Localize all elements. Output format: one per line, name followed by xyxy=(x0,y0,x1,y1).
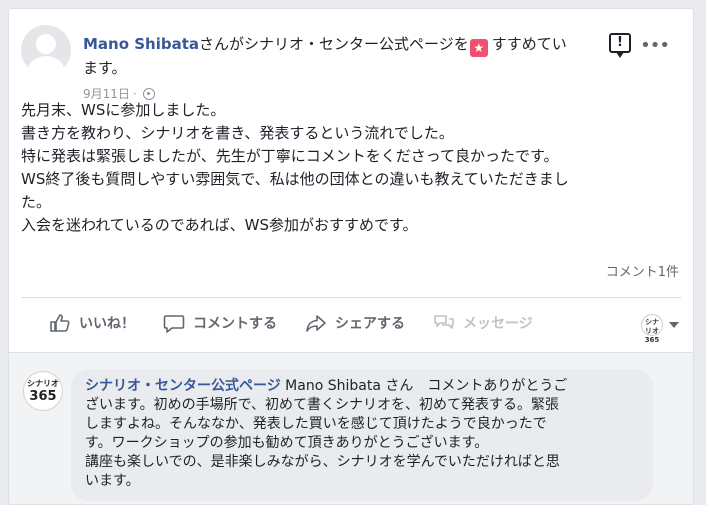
comment-bubble: シナリオ・センター公式ページ Mano Shibata さん コメントありがとう… xyxy=(71,369,653,501)
post-body-line: た。 xyxy=(21,193,52,211)
comment-label: コメントする xyxy=(193,316,277,332)
comments-section: シナリオ 365 シナリオ・センター公式ページ Mano Shibata さん … xyxy=(9,352,693,504)
post-body-line: 特に発表は緊張しましたが、先生が丁寧にコメントをくださって良かったです。 xyxy=(21,147,559,165)
page-logo-small-line1: シナリオ xyxy=(645,318,659,335)
post-body-line: 入会を迷われているのであれば、WS参加がおすすめです。 xyxy=(21,216,418,234)
thumbs-up-icon xyxy=(50,314,70,332)
post-body-line: WS終了後も質問しやすい雰囲気で、私は他の団体との違いも教えていただきまし xyxy=(21,170,569,188)
more-options-icon[interactable]: ••• xyxy=(640,35,670,56)
comment-line: 講座も楽しいでの、是非楽しみながら、シナリオを学んでいただければと思 xyxy=(85,454,560,470)
post-body: 先月末、WSに参加しました。 書き方を教わり、シナリオを書き、発表するという流れ… xyxy=(21,99,691,237)
comment-line: ざいます。初めの手場所で、初めて書くシナリオを、初めて発表する。緊張 xyxy=(85,397,560,413)
commenter-name-link[interactable]: シナリオ・センター公式ページ xyxy=(85,378,281,394)
post-card: Mano Shibataさんがシナリオ・センター公式ページを ★ すすめてい ます。… xyxy=(8,8,694,505)
comment-line: しますよね。そんななか、発表した買いを感じて頂けたようで良かったで xyxy=(85,416,547,432)
comment-button[interactable]: コメントする xyxy=(163,313,277,333)
page-logo-small-line2: 365 xyxy=(644,336,660,344)
author-name-link[interactable]: Mano Shibata xyxy=(83,35,199,53)
message-button[interactable]: メッセージ xyxy=(433,313,533,333)
share-label: シェアする xyxy=(335,316,405,332)
page-logo-line1: シナリオ xyxy=(27,379,59,388)
page-logo-line2: 365 xyxy=(29,389,57,404)
comment-line: す。ワークショップの参加も勧めて頂きありがとうございます。 xyxy=(85,435,489,451)
avatar-head-shape xyxy=(36,34,56,54)
post-body-line: 書き方を教わり、シナリオを書き、発表するという流れでした。 xyxy=(21,124,454,142)
recommend-star-icon: ★ xyxy=(469,39,488,57)
share-button[interactable]: シェアする xyxy=(305,313,405,333)
header-text-part1: さんがシナリオ・センター公式ページを xyxy=(199,35,469,53)
comment-line: シナリオ・センター公式ページ Mano Shibata さん コメントありがとう… xyxy=(85,377,639,396)
globe-icon[interactable] xyxy=(142,87,155,100)
avatar-body-shape xyxy=(28,56,64,75)
report-feedback-icon[interactable]: ! xyxy=(609,33,631,58)
header-text-part2: すすめてい xyxy=(491,35,567,53)
commenter-avatar[interactable]: シナリオ 365 xyxy=(23,371,63,411)
author-avatar[interactable] xyxy=(21,25,71,75)
post-header: Mano Shibataさんがシナリオ・センター公式ページを ★ すすめてい ます。… xyxy=(21,21,681,101)
post-actions-bar: いいね！ コメントする シェアする メッセージ xyxy=(21,306,681,340)
post-body-line: 先月末、WSに参加しました。 xyxy=(21,101,226,119)
header-text-wrap: ます。 xyxy=(83,59,127,77)
like-label: いいね！ xyxy=(79,316,135,332)
comment-text-first: Mano Shibata さん コメントありがとうご xyxy=(280,378,568,394)
chevron-down-icon xyxy=(669,322,679,328)
comment-count-link[interactable]: コメント1件 xyxy=(606,261,679,280)
comment-line: います。 xyxy=(85,473,140,489)
post-header-text: Mano Shibataさんがシナリオ・センター公式ページを ★ すすめてい ます。 xyxy=(83,33,623,79)
message-label: メッセージ xyxy=(463,316,533,332)
comment-bubble-icon xyxy=(163,315,185,333)
page-logo-small: シナリオ 365 xyxy=(641,314,663,344)
act-as-page-selector[interactable]: シナリオ 365 xyxy=(641,314,679,344)
message-bubbles-icon xyxy=(434,315,454,329)
like-button[interactable]: いいね！ xyxy=(49,313,135,333)
share-arrow-icon xyxy=(306,315,326,332)
divider-top xyxy=(21,297,681,298)
